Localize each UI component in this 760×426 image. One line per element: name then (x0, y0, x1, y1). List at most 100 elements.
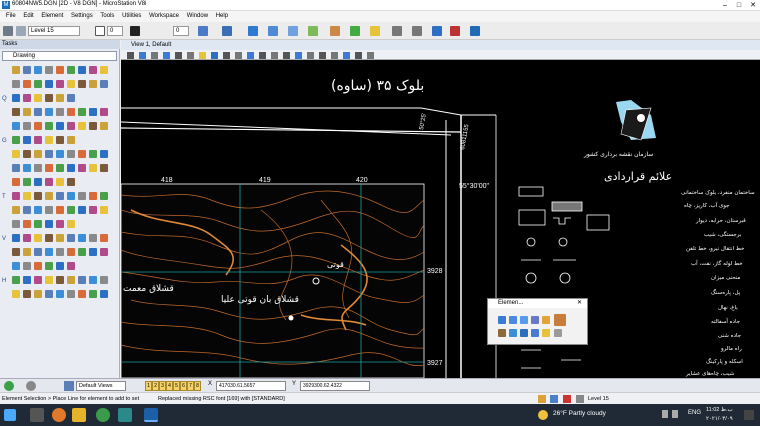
element-tool-icon[interactable] (542, 329, 550, 337)
task-tool-icon[interactable] (23, 150, 31, 158)
task-tool-icon[interactable] (100, 234, 108, 242)
view-tool-icon[interactable] (283, 52, 290, 59)
task-tool-icon[interactable] (45, 80, 53, 88)
element-tool-icon[interactable] (520, 329, 528, 337)
chrome-icon[interactable] (96, 408, 110, 422)
save-icon[interactable] (288, 26, 298, 36)
task-tool-icon[interactable] (100, 206, 108, 214)
transparency-icon[interactable] (198, 26, 208, 36)
weight-select[interactable]: 0 (173, 26, 189, 36)
task-tool-icon[interactable] (45, 192, 53, 200)
x-coordinate-field[interactable]: 417030.61.5657 (216, 381, 286, 391)
task-tool-icon[interactable] (45, 150, 53, 158)
task-tool-icon[interactable] (56, 108, 64, 116)
task-tool-icon[interactable] (67, 248, 75, 256)
view-button-5[interactable]: 5 (173, 381, 180, 391)
task-tool-icon[interactable] (45, 290, 53, 298)
help-icon[interactable] (450, 26, 460, 36)
task-tool-icon[interactable] (56, 122, 64, 130)
task-tool-icon[interactable] (78, 192, 86, 200)
view-tool-icon[interactable] (259, 52, 266, 59)
search-icon[interactable] (30, 408, 44, 422)
task-tool-icon[interactable] (12, 248, 20, 256)
menu-help[interactable]: Help (216, 11, 228, 22)
task-tool-icon[interactable] (89, 66, 97, 74)
task-tool-icon[interactable] (56, 290, 64, 298)
task-tool-icon[interactable] (89, 164, 97, 172)
task-tool-icon[interactable] (67, 178, 75, 186)
element-tool-icon[interactable] (542, 316, 550, 324)
element-tool-icon[interactable] (531, 316, 539, 324)
task-tool-icon[interactable] (23, 94, 31, 102)
task-tool-icon[interactable] (100, 164, 108, 172)
copy-icon[interactable] (350, 26, 360, 36)
task-tool-icon[interactable] (56, 94, 64, 102)
task-tool-icon[interactable] (78, 66, 86, 74)
close-icon[interactable]: ✕ (746, 0, 760, 11)
task-tool-icon[interactable] (34, 178, 42, 186)
lock-icon[interactable] (538, 395, 546, 403)
open-file-icon[interactable] (268, 26, 278, 36)
view-button-4[interactable]: 4 (166, 381, 173, 391)
task-tool-icon[interactable] (67, 164, 75, 172)
windows-icon[interactable] (470, 26, 480, 36)
level-manager-icon[interactable] (3, 26, 13, 36)
task-tool-icon[interactable] (78, 80, 86, 88)
task-tool-icon[interactable] (89, 290, 97, 298)
view-tool-icon[interactable] (331, 52, 338, 59)
view-tool-icon[interactable] (307, 52, 314, 59)
task-tool-icon[interactable] (34, 262, 42, 270)
view-tool-icon[interactable] (127, 52, 134, 59)
element-toolbox-title[interactable]: Elemen... (488, 299, 587, 308)
task-tool-icon[interactable] (100, 150, 108, 158)
task-tool-icon[interactable] (23, 136, 31, 144)
task-tool-icon[interactable] (23, 290, 31, 298)
task-tool-icon[interactable] (89, 150, 97, 158)
notifications-icon[interactable] (744, 410, 754, 420)
task-tool-icon[interactable] (67, 192, 75, 200)
task-tool-icon[interactable] (45, 66, 53, 74)
task-tool-icon[interactable] (78, 276, 86, 284)
task-tool-icon[interactable] (12, 122, 20, 130)
task-tool-icon[interactable] (23, 234, 31, 242)
task-tool-icon[interactable] (67, 80, 75, 88)
task-tool-icon[interactable] (89, 248, 97, 256)
task-tool-icon[interactable] (34, 234, 42, 242)
task-tool-icon[interactable] (23, 220, 31, 228)
task-tool-icon[interactable] (23, 108, 31, 116)
task-tool-icon[interactable] (100, 192, 108, 200)
task-tool-icon[interactable] (56, 262, 64, 270)
task-tool-icon[interactable] (100, 122, 108, 130)
task-tool-icon[interactable] (89, 234, 97, 242)
task-tool-icon[interactable] (78, 206, 86, 214)
color-select[interactable]: 0 (107, 26, 123, 36)
task-tool-icon[interactable] (12, 290, 20, 298)
task-tool-icon[interactable] (78, 150, 86, 158)
active-level-select[interactable]: Level 15 (28, 26, 80, 36)
paste-icon[interactable] (370, 26, 380, 36)
view-button-1[interactable]: 1 (145, 381, 152, 391)
task-tool-icon[interactable] (45, 164, 53, 172)
close-icon[interactable]: ✕ (577, 299, 582, 306)
info-icon[interactable] (432, 26, 442, 36)
task-tool-icon[interactable] (45, 94, 53, 102)
task-tool-icon[interactable] (23, 276, 31, 284)
task-tool-icon[interactable] (78, 290, 86, 298)
task-tool-icon[interactable] (34, 108, 42, 116)
snap-icon[interactable] (26, 381, 36, 391)
task-tool-icon[interactable] (45, 262, 53, 270)
view-tool-icon[interactable] (247, 52, 254, 59)
clock-date[interactable]: ۲۰۲۱/۰۳/۰۹ (706, 416, 733, 422)
views-select[interactable]: Default Views (76, 381, 126, 391)
element-tool-icon[interactable] (554, 314, 566, 326)
alert-icon[interactable] (563, 395, 571, 403)
task-tool-icon[interactable] (23, 206, 31, 214)
task-tool-icon[interactable] (12, 66, 20, 74)
task-tool-icon[interactable] (67, 290, 75, 298)
y-coordinate-field[interactable]: 3929300.62.4322 (300, 381, 370, 391)
task-tool-icon[interactable] (89, 122, 97, 130)
task-tool-icon[interactable] (34, 192, 42, 200)
menu-edit[interactable]: Edit (23, 11, 33, 22)
task-tool-icon[interactable] (34, 276, 42, 284)
task-tool-icon[interactable] (23, 80, 31, 88)
